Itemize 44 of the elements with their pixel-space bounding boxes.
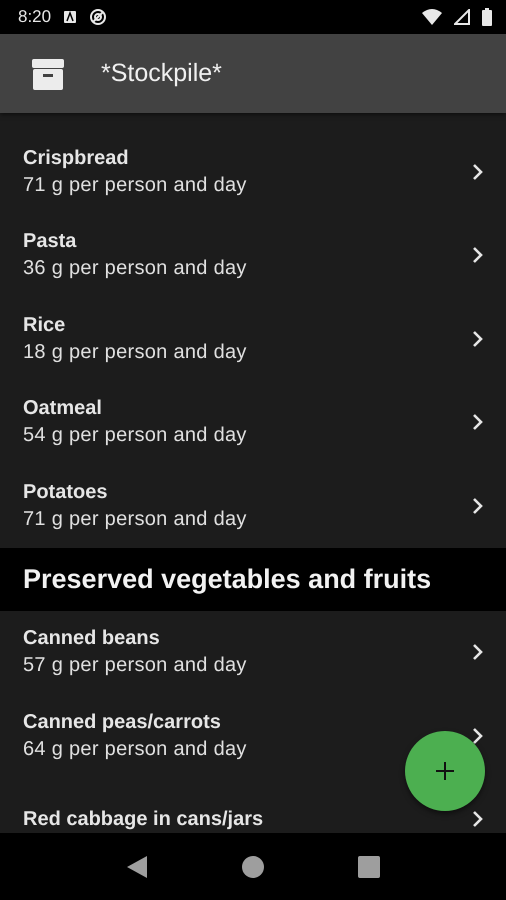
item-subtitle: 71 g per person and day	[23, 174, 248, 197]
list-item[interactable]: Canned peas/carrots 64 g per person and day	[0, 694, 506, 778]
list-item[interactable]: Canned beans 57 g per person and day	[0, 610, 506, 694]
chevron-icon	[472, 162, 484, 181]
item-subtitle: 18 g per person and day	[23, 340, 248, 364]
wifi-icon	[422, 9, 442, 25]
chevron-icon	[472, 496, 484, 515]
item-subtitle: 57 g per person and day	[23, 654, 248, 678]
item-title: Crispbread	[23, 146, 130, 170]
item-title: Rice	[23, 314, 66, 337]
item-title: Oatmeal	[23, 397, 103, 420]
item-subtitle: 36 g per person and day	[23, 257, 248, 280]
back-icon[interactable]	[126, 854, 148, 878]
chevron-icon	[472, 810, 484, 828]
archive-box-icon	[31, 56, 65, 90]
item-title: Potatoes	[23, 480, 108, 504]
status-time: 8:20	[18, 7, 52, 27]
home-icon[interactable]	[242, 856, 264, 878]
app-title: *Stockpile*	[101, 59, 222, 88]
chevron-icon	[472, 413, 484, 432]
chevron-icon	[472, 246, 484, 264]
list-item[interactable]: Rice 18 g per person and day	[0, 297, 506, 380]
sync-icon	[89, 8, 108, 26]
list-item[interactable]: Red cabbage in cans/jars	[0, 778, 506, 833]
item-subtitle: 54 g per person and day	[23, 424, 248, 448]
list-item[interactable]: Crispbread 71 g per person and day	[0, 130, 506, 214]
section-title: Preserved vegetables and fruits	[23, 564, 432, 594]
chevron-icon	[472, 330, 484, 348]
item-subtitle: 71 g per person and day	[23, 508, 248, 531]
list-item[interactable]: Pasta 36 g per person and day	[0, 214, 506, 297]
item-title: Red cabbage in cans/jars	[23, 808, 264, 831]
item-subtitle: 64 g per person and day	[23, 738, 248, 761]
chevron-icon	[472, 726, 484, 745]
item-title: Pasta	[23, 230, 78, 254]
battery-icon	[482, 8, 492, 26]
item-title: Canned beans	[23, 627, 161, 650]
list-item[interactable]: Oatmeal 54 g per person and day	[0, 380, 506, 464]
item-title: Canned peas/carrots	[23, 710, 222, 734]
add-icon	[435, 761, 455, 781]
signal-icon	[454, 9, 470, 25]
recents-icon[interactable]	[358, 856, 380, 878]
notification-icon	[63, 10, 78, 24]
list-item[interactable]: Potatoes 71 g per person and day	[0, 464, 506, 548]
chevron-icon	[472, 643, 484, 662]
